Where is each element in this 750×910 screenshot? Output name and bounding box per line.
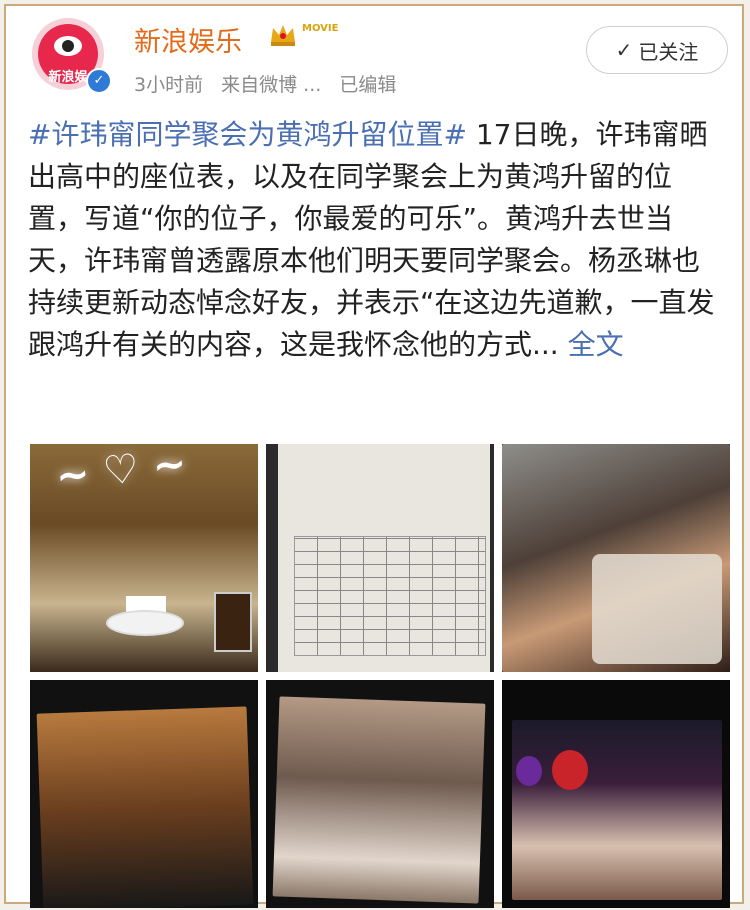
photo-3[interactable]: [502, 444, 730, 672]
photo-2[interactable]: [266, 444, 494, 672]
verified-icon: ✓: [86, 68, 112, 94]
crown-icon: [271, 25, 295, 46]
account-name[interactable]: 新浪娱乐: [134, 20, 242, 59]
post-body: 17日晚，许玮甯晒出高中的座位表，以及在同学聚会上为黄鸿升留的位置，写道“你的位…: [28, 118, 715, 361]
neon-writing-decoration: ~ ♡ ~: [53, 444, 189, 501]
table-with-dishes: [592, 554, 722, 664]
weibo-post-card: 新浪娱 ✓ 新浪娱乐 MOVIE 3小时前 来自微博 ... 已编辑 ✓ 已关注…: [4, 4, 744, 908]
post-edited[interactable]: 已编辑: [339, 74, 396, 96]
expand-full-text-link[interactable]: 全文: [559, 328, 624, 361]
movie-badge: MOVIE: [302, 23, 339, 34]
plate-shape: [106, 610, 184, 636]
balloon-purple: [516, 756, 542, 786]
photo-5[interactable]: [266, 680, 494, 908]
post-time: 3小时前: [134, 74, 204, 96]
post-source[interactable]: 来自微博 ...: [221, 74, 321, 96]
seating-chart-table: [294, 536, 486, 656]
photo-6[interactable]: [502, 680, 730, 908]
hashtag-link[interactable]: #许玮甯同学聚会为黄鸿升留位置#: [28, 118, 467, 151]
seating-chart-paper: [278, 444, 490, 672]
restaurant-scene: [272, 696, 486, 904]
post-meta: 3小时前 来自微博 ... 已编辑: [134, 70, 408, 97]
group-photo-scene: [36, 706, 254, 908]
balloon-red: [552, 750, 588, 790]
post-text: #许玮甯同学聚会为黄鸿升留位置# 17日晚，许玮甯晒出高中的座位表，以及在同学聚…: [28, 114, 724, 366]
photo-4[interactable]: [30, 680, 258, 908]
party-scene: [512, 720, 722, 900]
cola-glass-shape: [214, 592, 252, 652]
photo-1[interactable]: ~ ♡ ~: [30, 444, 258, 672]
follow-button[interactable]: ✓ 已关注: [586, 26, 728, 74]
follow-label: 已关注: [638, 39, 699, 64]
avatar-pupil: [62, 40, 74, 52]
check-icon: ✓: [615, 38, 633, 62]
post-header: 新浪娱 ✓ 新浪娱乐 MOVIE 3小时前 来自微博 ... 已编辑 ✓ 已关注: [6, 6, 742, 116]
